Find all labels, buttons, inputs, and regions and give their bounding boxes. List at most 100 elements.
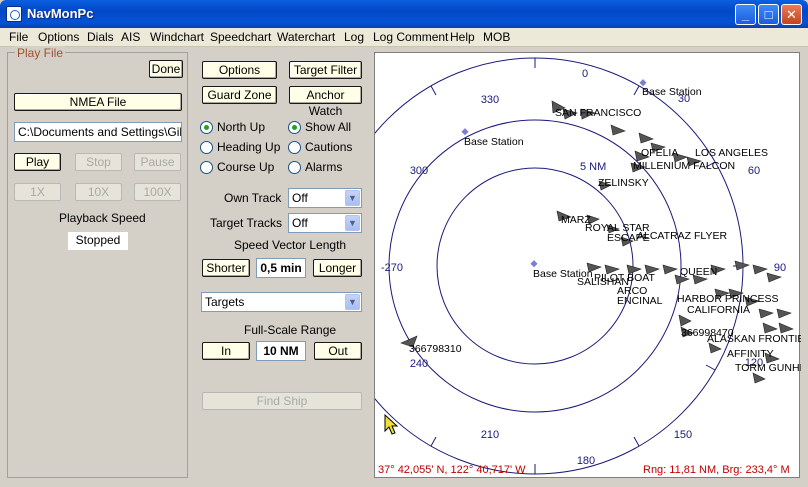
target-label: MILLENIUM FALCON xyxy=(633,160,735,172)
targets-select-value: Targets xyxy=(205,295,245,309)
alarms-radio[interactable]: Alarms xyxy=(288,160,363,176)
target-label: LOS ANGELES xyxy=(695,147,768,159)
radio-unselected-icon xyxy=(288,161,301,174)
heading-up-label: Heading Up xyxy=(217,140,281,154)
mouse-cursor-icon xyxy=(384,413,399,435)
cautions-label: Cautions xyxy=(305,140,353,154)
menu-options[interactable]: Options xyxy=(38,30,79,44)
app-radar-icon xyxy=(6,6,22,22)
speed-vector-label: Speed Vector Length xyxy=(234,238,347,252)
north-up-radio[interactable]: North Up xyxy=(200,120,280,136)
menu-log[interactable]: Log xyxy=(344,30,364,44)
shorter-button[interactable]: Shorter xyxy=(202,259,250,277)
target-tracks-label: Target Tracks xyxy=(210,216,283,230)
menu-mob[interactable]: MOB xyxy=(483,30,510,44)
done-button[interactable]: Done xyxy=(149,60,183,78)
playback-status-field: Stopped xyxy=(67,231,129,251)
menu-windchart[interactable]: Windchart xyxy=(150,30,204,44)
menu-help[interactable]: Help xyxy=(450,30,475,44)
zoom-in-button[interactable]: In xyxy=(202,342,250,360)
menu-dials[interactable]: Dials xyxy=(87,30,114,44)
full-scale-range-label: Full-Scale Range xyxy=(244,323,337,337)
target-label: Base Station xyxy=(464,136,524,148)
play-file-group xyxy=(7,52,188,478)
bearing-label-330: 330 xyxy=(481,94,499,106)
anchor-watch-button[interactable]: Anchor Watch xyxy=(289,86,362,118)
heading-up-radio[interactable]: Heading Up xyxy=(200,140,280,156)
bearing-label-0: 0 xyxy=(582,68,588,80)
target-tracks-select[interactable]: Off ▼ xyxy=(288,213,362,233)
range-bearing-readout: Rng: 11,81 NM, Brg: 233,4° M xyxy=(643,464,790,476)
radio-unselected-icon xyxy=(200,161,213,174)
radar-plot: 0 30 60 90 120 150 180 210 240 -270 300 … xyxy=(375,57,801,475)
target-label: ZELINSKY xyxy=(598,177,649,189)
north-up-label: North Up xyxy=(217,120,266,134)
bearing-label-270: -270 xyxy=(381,262,403,274)
own-track-value: Off xyxy=(292,191,308,205)
menu-waterchart[interactable]: Waterchart xyxy=(277,30,335,44)
stop-button[interactable]: Stop xyxy=(75,153,122,171)
show-all-radio[interactable]: Show All xyxy=(288,120,363,136)
target-label: QUEEN xyxy=(680,266,717,278)
minimize-button[interactable]: _ xyxy=(735,4,756,25)
play-file-group-title: Play File xyxy=(15,46,66,60)
menu-file[interactable]: File xyxy=(9,30,28,44)
speed-100x-button[interactable]: 100X xyxy=(134,183,181,201)
playback-speed-label: Playback Speed xyxy=(59,211,146,225)
chevron-down-icon: ▼ xyxy=(345,215,360,231)
bearing-label-180: 180 xyxy=(577,455,595,467)
target-label: CALIFORNIA xyxy=(687,304,750,316)
menu-bar: File Options Dials AIS Windchart Speedch… xyxy=(0,28,808,47)
range-ring-label: 5 NM xyxy=(580,161,606,173)
radio-selected-icon xyxy=(288,121,301,134)
menu-ais[interactable]: AIS xyxy=(121,30,140,44)
target-label: AFFINITY xyxy=(727,348,774,360)
chevron-down-icon: ▼ xyxy=(345,190,360,206)
cursor-position-readout: 37° 42,055' N, 122° 40,717' W xyxy=(378,464,526,476)
close-button[interactable]: ✕ xyxy=(781,4,802,25)
bearing-label-240: 240 xyxy=(410,358,428,370)
file-path-field[interactable]: C:\Documents and Settings\Gillet xyxy=(14,122,182,142)
speed-10x-button[interactable]: 10X xyxy=(75,183,122,201)
course-up-label: Course Up xyxy=(217,160,275,174)
chevron-down-icon: ▼ xyxy=(345,294,360,310)
maximize-button[interactable]: □ xyxy=(758,4,779,25)
course-up-radio[interactable]: Course Up xyxy=(200,160,280,176)
nmea-file-button[interactable]: NMEA File xyxy=(14,93,182,111)
play-button[interactable]: Play xyxy=(14,153,61,171)
radio-selected-icon xyxy=(200,121,213,134)
target-label: ALCATRAZ FLYER xyxy=(637,230,727,242)
options-button[interactable]: Options xyxy=(202,61,277,79)
target-filter-button[interactable]: Target Filter xyxy=(289,61,362,79)
speed-vector-value: 0,5 min xyxy=(256,258,306,278)
range-value: 10 NM xyxy=(256,341,306,361)
menu-log-comment[interactable]: Log Comment xyxy=(373,30,448,44)
target-label: ENCINAL xyxy=(617,295,663,307)
own-track-label: Own Track xyxy=(224,191,282,205)
radar-display[interactable]: 0 30 60 90 120 150 180 210 240 -270 300 … xyxy=(374,52,801,478)
speed-1x-button[interactable]: 1X xyxy=(14,183,61,201)
targets-select[interactable]: Targets ▼ xyxy=(201,292,362,312)
menu-speedchart[interactable]: Speedchart xyxy=(210,30,271,44)
target-label: ALASKAN FRONTIER xyxy=(707,333,801,345)
show-all-label: Show All xyxy=(305,120,352,134)
target-label: Base Station xyxy=(642,86,702,98)
zoom-out-button[interactable]: Out xyxy=(314,342,362,360)
bearing-label-60: 60 xyxy=(748,165,760,177)
radio-unselected-icon xyxy=(288,141,301,154)
longer-button[interactable]: Longer xyxy=(313,259,362,277)
bearing-label-300: 300 xyxy=(410,165,428,177)
target-label: TORM GUNHILD xyxy=(735,362,801,374)
target-label: SAN FRANCISCO xyxy=(555,107,641,119)
target-tracks-value: Off xyxy=(292,216,308,230)
pause-button[interactable]: Pause xyxy=(134,153,181,171)
title-bar: NavMonPc _ □ ✕ xyxy=(0,0,808,28)
own-track-select[interactable]: Off ▼ xyxy=(288,188,362,208)
target-label: OFELIA xyxy=(641,147,678,159)
bearing-label-90: 90 xyxy=(774,262,786,274)
guard-zone-button[interactable]: Guard Zone xyxy=(202,86,277,104)
find-ship-button[interactable]: Find Ship xyxy=(202,392,362,410)
cautions-radio[interactable]: Cautions xyxy=(288,140,363,156)
radio-unselected-icon xyxy=(200,141,213,154)
target-label: 366798310 xyxy=(409,343,462,355)
